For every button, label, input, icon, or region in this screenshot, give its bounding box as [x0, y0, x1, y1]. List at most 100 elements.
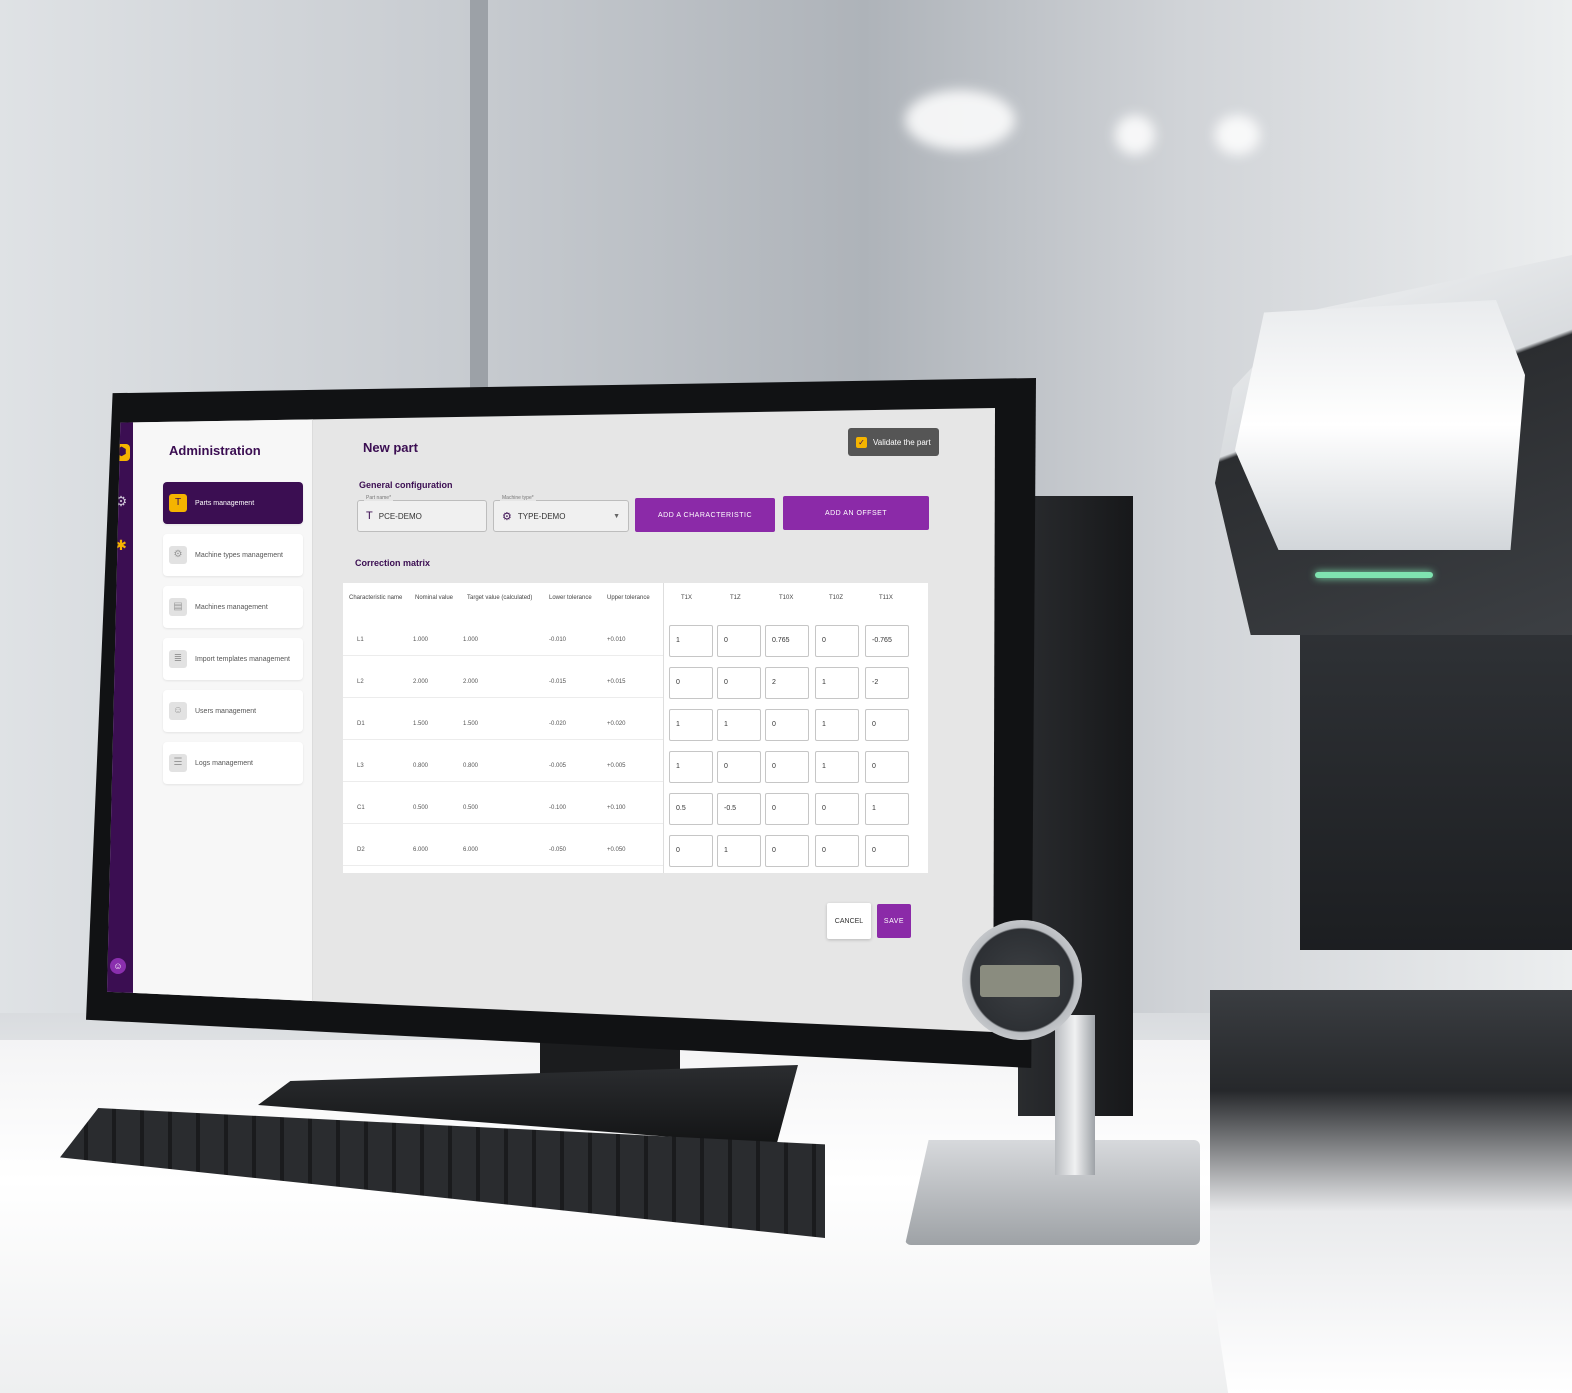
matrix-cell-lower: -0.010: [549, 637, 567, 643]
offset-input[interactable]: 0: [865, 751, 909, 783]
sidebar-item-label: Machines management: [195, 603, 268, 611]
offset-input[interactable]: 0: [765, 751, 809, 783]
offset-input[interactable]: -2: [865, 667, 909, 699]
offset-input[interactable]: 1: [865, 793, 909, 825]
offset-column-header: T1X: [681, 595, 693, 601]
sidebar-item-label: Parts management: [195, 499, 255, 507]
row-divider: [343, 865, 663, 866]
offset-input[interactable]: 1: [815, 709, 859, 741]
app-screen: ⬢ ⚙ ✱ ☺ Administration T Parts managemen…: [107, 408, 995, 1032]
matrix-cell-lower: -0.050: [549, 847, 567, 853]
measuring-machine-base: [1210, 990, 1572, 1393]
main-content: New part ✓ Validate the part General con…: [313, 408, 995, 1032]
matrix-cell-upper: +0.005: [607, 763, 626, 769]
offset-column-header: T11X: [879, 595, 893, 601]
import-icon: ≣: [169, 650, 187, 668]
column-header: Target value (calculated): [467, 595, 533, 601]
matrix-cell-upper: +0.010: [607, 637, 626, 643]
offset-input[interactable]: 1: [669, 625, 713, 657]
column-header: Lower tolerance: [549, 595, 592, 601]
matrix-cell-nominal: 2.000: [413, 679, 429, 685]
dial-gauge-display: [980, 965, 1060, 997]
matrix-cell-name: C1: [357, 805, 365, 811]
offset-input[interactable]: 1: [669, 751, 713, 783]
offset-input[interactable]: 0: [815, 793, 859, 825]
offset-input[interactable]: 0.5: [669, 793, 713, 825]
matrix-cell-target: 6.000: [463, 847, 479, 853]
offset-input[interactable]: 0: [717, 667, 761, 699]
offset-input[interactable]: 1: [717, 835, 761, 867]
row-divider: [343, 781, 663, 782]
machine-type-select[interactable]: Machine type* ⚙ TYPE-DEMO ▼: [493, 495, 629, 532]
background-light: [905, 90, 1015, 150]
matrix-cell-nominal: 0.500: [413, 805, 429, 811]
sidebar-item-label: Logs management: [195, 759, 253, 767]
part-icon: T: [169, 494, 187, 512]
admin-sidebar: Administration T Parts management ⚙ Mach…: [133, 408, 313, 1032]
sidebar-item-label: Users management: [195, 707, 257, 715]
offset-input[interactable]: 1: [815, 667, 859, 699]
sidebar-item-import-templates[interactable]: ≣ Import templates management: [163, 638, 303, 680]
column-header: Nominal value: [415, 595, 454, 601]
offset-input[interactable]: 0: [815, 625, 859, 657]
offset-input[interactable]: 0: [765, 793, 809, 825]
offset-input[interactable]: 0: [669, 667, 713, 699]
offset-input[interactable]: 1: [669, 709, 713, 741]
offset-input[interactable]: 0: [717, 625, 761, 657]
cancel-button[interactable]: CANCEL: [827, 903, 871, 939]
matrix-cell-upper: +0.015: [607, 679, 626, 685]
matrix-divider: [663, 583, 664, 873]
part-name-value: PCE-DEMO: [378, 511, 422, 521]
save-button[interactable]: SAVE: [877, 904, 911, 938]
users-icon: ☺: [169, 702, 187, 720]
part-name-label: Part name*: [364, 495, 394, 501]
offset-input[interactable]: 1: [815, 751, 859, 783]
matrix-cell-nominal: 1.000: [413, 637, 429, 643]
sidebar-item-logs[interactable]: ☰ Logs management: [163, 742, 303, 784]
matrix-cell-upper: +0.020: [607, 721, 626, 727]
add-offset-button[interactable]: ADD AN OFFSET: [783, 496, 929, 530]
correction-matrix-table: Characteristic name Nominal value Target…: [343, 583, 928, 873]
offset-column-header: T10Z: [829, 595, 844, 601]
offset-input[interactable]: 0: [669, 835, 713, 867]
user-icon[interactable]: ☺: [110, 958, 126, 974]
offset-input[interactable]: 0: [765, 709, 809, 741]
measuring-machine-body: [1300, 620, 1572, 950]
machine-type-icon: ⚙: [502, 510, 512, 523]
offset-input[interactable]: -0.5: [717, 793, 761, 825]
matrix-cell-target: 1.500: [463, 721, 479, 727]
offset-input[interactable]: 0: [765, 835, 809, 867]
offset-input[interactable]: 2: [765, 667, 809, 699]
measuring-machine-visor: [1235, 300, 1525, 550]
sidebar-item-machine-types[interactable]: ⚙ Machine types management: [163, 534, 303, 576]
offset-input[interactable]: 0: [865, 835, 909, 867]
column-header: Upper tolerance: [607, 595, 650, 601]
offset-input[interactable]: -0.765: [865, 625, 909, 657]
sidebar-item-label: Import templates management: [195, 655, 290, 663]
sidebar-item-parts[interactable]: T Parts management: [163, 482, 303, 524]
dial-gauge-post: [1055, 1015, 1095, 1175]
chevron-down-icon: ▼: [613, 512, 620, 520]
column-header: Characteristic name: [349, 595, 403, 601]
offset-input[interactable]: 0: [717, 751, 761, 783]
part-icon: T: [366, 510, 373, 522]
offset-input[interactable]: 0: [815, 835, 859, 867]
sidebar-item-users[interactable]: ☺ Users management: [163, 690, 303, 732]
offset-input[interactable]: 0.765: [765, 625, 809, 657]
matrix-cell-name: D2: [357, 847, 365, 853]
sidebar-item-machines[interactable]: ▤ Machines management: [163, 586, 303, 628]
offset-column-header: T1Z: [730, 595, 741, 601]
part-name-field[interactable]: Part name* T PCE-DEMO: [357, 495, 487, 532]
matrix-cell-lower: -0.015: [549, 679, 567, 685]
dial-gauge-base: [905, 1140, 1200, 1245]
matrix-cell-target: 0.800: [463, 763, 479, 769]
sidebar-item-label: Machine types management: [195, 551, 283, 559]
validate-part-checkbox[interactable]: ✓ Validate the part: [848, 428, 939, 456]
offset-input[interactable]: 1: [717, 709, 761, 741]
matrix-cell-target: 0.500: [463, 805, 479, 811]
offset-input[interactable]: 0: [865, 709, 909, 741]
add-characteristic-button[interactable]: ADD A CHARACTERISTIC: [635, 498, 775, 532]
matrix-cell-target: 1.000: [463, 637, 479, 643]
matrix-cell-nominal: 0.800: [413, 763, 429, 769]
matrix-cell-upper: +0.050: [607, 847, 626, 853]
